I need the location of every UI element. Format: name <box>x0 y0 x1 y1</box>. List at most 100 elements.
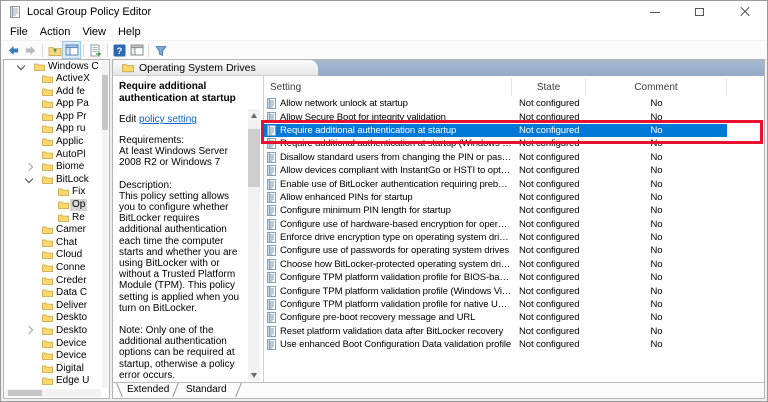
tree-item-app-ru[interactable]: App ru <box>4 123 109 136</box>
tree-item-op[interactable]: Op <box>4 199 109 212</box>
minimize-button[interactable] <box>632 1 677 23</box>
tab-extended[interactable]: Extended <box>127 384 169 395</box>
scroll-down-arrow[interactable] <box>248 369 260 381</box>
close-button[interactable] <box>722 1 767 23</box>
tree-item-camer[interactable]: Camer <box>4 224 109 237</box>
setting-row[interactable]: Configure TPM platform validation profil… <box>264 298 764 311</box>
folder-icon <box>42 327 53 335</box>
setting-row[interactable]: Disallow standard users from changing th… <box>264 151 764 164</box>
tree-horizontal-scrollbar[interactable] <box>5 389 101 397</box>
tree-item-label: Deliver <box>56 299 88 311</box>
tree-item-add-fe[interactable]: Add fe <box>4 85 109 98</box>
cell-setting: Configure use of hardware-based encrypti… <box>264 218 512 230</box>
tree-item-re[interactable]: Re <box>4 211 109 224</box>
console-window-icon <box>130 44 143 56</box>
tree-item-data-c[interactable]: Data C <box>4 287 109 300</box>
folder-icon <box>42 377 53 386</box>
tree-item-creder[interactable]: Creder <box>4 274 109 287</box>
tree-item-cloud[interactable]: Cloud <box>4 249 109 262</box>
setting-row[interactable]: Configure TPM platform validation profil… <box>264 271 764 284</box>
tree-item-device[interactable]: Device <box>4 337 109 350</box>
folder-icon <box>42 252 53 260</box>
show-console-tree-icon <box>65 44 78 56</box>
setting-row[interactable]: Configure TPM platform validation profil… <box>264 284 764 297</box>
cell-setting: Configure use of passwords for operating… <box>264 245 512 257</box>
tree-item-deskto[interactable]: Deskto <box>4 324 109 337</box>
toolbar-separator <box>148 43 149 57</box>
policy-setting-icon <box>267 151 276 163</box>
cell-setting: Require additional authentication at sta… <box>264 138 512 150</box>
setting-description-pane: Require additional authentication at sta… <box>113 76 264 383</box>
result-pane: Operating System Drives Require addition… <box>112 59 765 399</box>
tree-item-bitlock[interactable]: BitLock <box>4 173 109 186</box>
tree-item-activex[interactable]: ActiveX <box>4 73 109 86</box>
tree-item-label: BitLock <box>56 173 89 185</box>
tree-vertical-scrollbar-thumb[interactable] <box>102 75 108 130</box>
chevron-expanded-icon[interactable] <box>16 61 26 71</box>
tree-item-deskto[interactable]: Deskto <box>4 312 109 325</box>
tree-item-fix[interactable]: Fix <box>4 186 109 199</box>
tree-item-applic[interactable]: Applic <box>4 136 109 149</box>
tab-standard[interactable]: Standard <box>186 384 227 395</box>
menu-help[interactable]: Help <box>112 25 147 39</box>
tree-item-edge-u[interactable]: Edge U <box>4 375 109 388</box>
scroll-up-arrow[interactable] <box>248 109 260 121</box>
policy-setting-icon <box>267 285 276 297</box>
menu-action[interactable]: Action <box>34 25 77 39</box>
tree-item-chat[interactable]: Chat <box>4 236 109 249</box>
setting-row[interactable]: Allow Secure Boot for integrity validati… <box>264 110 764 123</box>
column-header-comment[interactable]: Comment <box>586 78 727 96</box>
column-header-state[interactable]: State <box>512 78 586 96</box>
forward-button[interactable] <box>22 42 39 58</box>
export-list-button[interactable] <box>87 42 104 58</box>
tree-item-deliver[interactable]: Deliver <box>4 299 109 312</box>
tree-item-autopl[interactable]: AutoPl <box>4 148 109 161</box>
setting-row[interactable]: Allow devices compliant with InstantGo o… <box>264 164 764 177</box>
tree-item-device[interactable]: Device <box>4 350 109 363</box>
setting-row[interactable]: Use enhanced Boot Configuration Data val… <box>264 338 764 351</box>
setting-row[interactable]: Require additional authentication at sta… <box>264 123 764 138</box>
setting-row[interactable]: Configure minimum PIN length for startup… <box>264 204 764 217</box>
tree-item-conne[interactable]: Conne <box>4 262 109 275</box>
tree-item-digital[interactable]: Digital <box>4 362 109 375</box>
tree-item-app-pr[interactable]: App Pr <box>4 110 109 123</box>
setting-row[interactable]: Enable use of BitLocker authentication r… <box>264 177 764 190</box>
description-scrollbar-thumb[interactable] <box>248 129 260 187</box>
menu-view[interactable]: View <box>76 25 112 39</box>
tree-item-app-pa[interactable]: App Pa <box>4 98 109 111</box>
menu-file[interactable]: File <box>4 25 34 39</box>
policy-setting-icon <box>267 98 276 110</box>
chevron-collapsed-icon[interactable] <box>24 326 34 335</box>
setting-row[interactable]: Enforce drive encryption type on operati… <box>264 231 764 244</box>
policy-setting-link[interactable]: policy setting <box>139 114 197 125</box>
help-button[interactable]: ? <box>111 42 128 58</box>
folder-icon <box>42 277 53 285</box>
tree-item-windows-c[interactable]: Windows C <box>4 60 109 73</box>
setting-row[interactable]: Choose how BitLocker-protected operating… <box>264 258 764 271</box>
cell-setting: Allow devices compliant with InstantGo o… <box>264 165 512 177</box>
setting-row[interactable]: Require additional authentication at sta… <box>264 137 764 150</box>
setting-row[interactable]: Reset platform validation data after Bit… <box>264 325 764 338</box>
show-console-tree-button[interactable] <box>62 41 81 59</box>
column-header-setting[interactable]: Setting <box>264 78 512 96</box>
filter-button[interactable] <box>152 42 169 58</box>
setting-row[interactable]: Configure use of hardware-based encrypti… <box>264 218 764 231</box>
setting-row[interactable]: Allow network unlock at startup Not confi… <box>264 97 764 110</box>
maximize-button[interactable] <box>677 1 722 23</box>
tree-vertical-scrollbar[interactable] <box>102 61 108 388</box>
up-one-level-button[interactable] <box>46 42 63 58</box>
description-scrollbar[interactable] <box>248 109 260 381</box>
chevron-expanded-icon[interactable] <box>24 175 34 184</box>
setting-row[interactable]: Configure use of passwords for operating… <box>264 244 764 257</box>
setting-name: Enforce drive encryption type on operati… <box>280 232 512 244</box>
setting-row[interactable]: Allow enhanced PINs for startup Not confi… <box>264 191 764 204</box>
back-button[interactable] <box>5 42 22 58</box>
console-window-button[interactable] <box>128 42 145 58</box>
policy-setting-icon <box>267 299 276 311</box>
app-icon <box>10 6 20 18</box>
tree-horizontal-scrollbar-thumb[interactable] <box>8 390 42 396</box>
chevron-collapsed-icon[interactable] <box>24 162 34 171</box>
setting-row[interactable]: Configure pre-boot recovery message and … <box>264 311 764 324</box>
tree-item-biome[interactable]: Biome <box>4 161 109 174</box>
policy-setting-icon <box>267 258 276 270</box>
